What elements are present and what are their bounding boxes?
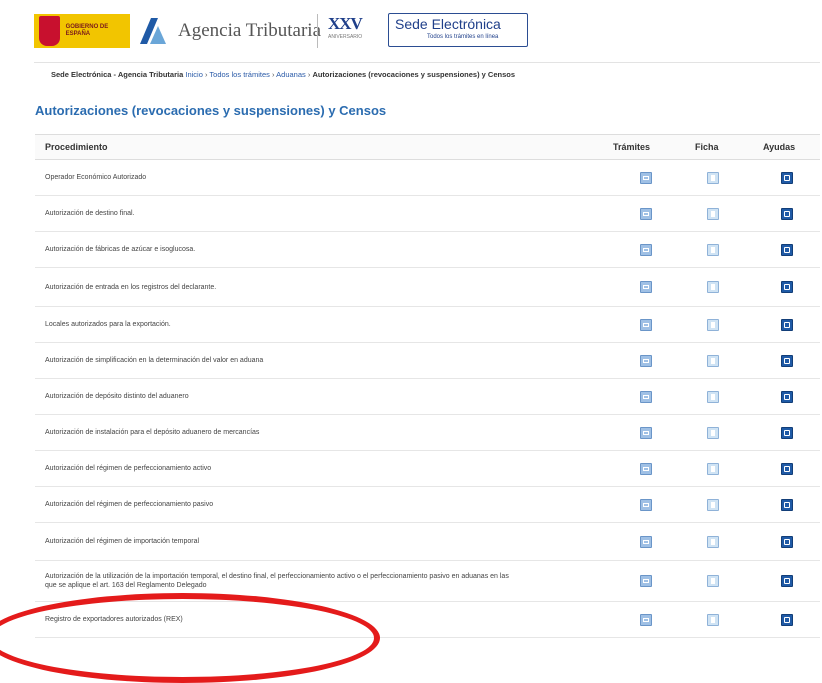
table-header: Procedimiento Trámites Ficha Ayudas xyxy=(35,134,820,160)
ficha-document-icon[interactable] xyxy=(707,427,719,439)
sede-electronica-logo[interactable]: Sede Electrónica Todos los trámites en l… xyxy=(388,13,528,47)
breadcrumb-link-aduanas[interactable]: Aduanas xyxy=(276,70,306,79)
tramites-form-icon[interactable] xyxy=(640,281,652,293)
ayudas-help-icon[interactable] xyxy=(781,172,793,184)
ayudas-help-icon[interactable] xyxy=(781,427,793,439)
anniversary-label: ANIVERSARIO xyxy=(328,34,363,40)
tramites-form-icon[interactable] xyxy=(640,391,652,403)
ficha-document-icon[interactable] xyxy=(707,575,719,587)
column-header-ayudas: Ayudas xyxy=(763,142,796,152)
procedure-name[interactable]: Autorización de simplificación en la det… xyxy=(45,356,515,365)
column-header-ficha: Ficha xyxy=(695,142,719,152)
table-row: Autorización del régimen de importación … xyxy=(35,523,820,561)
ficha-document-icon[interactable] xyxy=(707,172,719,184)
ayudas-help-icon[interactable] xyxy=(781,614,793,626)
procedure-name[interactable]: Autorización de la utilización de la imp… xyxy=(45,572,515,590)
ayudas-help-icon[interactable] xyxy=(781,536,793,548)
table-row: Autorización de la utilización de la imp… xyxy=(35,561,820,602)
ficha-document-icon[interactable] xyxy=(707,499,719,511)
ficha-document-icon[interactable] xyxy=(707,244,719,256)
tramites-form-icon[interactable] xyxy=(640,208,652,220)
breadcrumb-site: Sede Electrónica - Agencia Tributaria xyxy=(51,70,184,79)
table-row: Autorización de depósito distinto del ad… xyxy=(35,379,820,415)
tramites-form-icon[interactable] xyxy=(640,244,652,256)
gobierno-espana-logo[interactable]: GOBIERNO DE ESPAÑA xyxy=(34,14,130,48)
breadcrumb-link-inicio[interactable]: Inicio xyxy=(185,70,203,79)
anniversary-logo: XXV ANIVERSARIO xyxy=(328,14,378,48)
ficha-document-icon[interactable] xyxy=(707,391,719,403)
procedure-name[interactable]: Operador Económico Autorizado xyxy=(45,173,515,182)
header-divider-line xyxy=(34,62,820,63)
procedure-name[interactable]: Autorización de depósito distinto del ad… xyxy=(45,392,515,401)
tramites-form-icon[interactable] xyxy=(640,355,652,367)
table-row: Operador Económico Autorizado xyxy=(35,160,820,196)
procedure-name[interactable]: Autorización de fábricas de azúcar e iso… xyxy=(45,245,515,254)
tramites-form-icon[interactable] xyxy=(640,499,652,511)
ayudas-help-icon[interactable] xyxy=(781,355,793,367)
sede-title: Sede Electrónica xyxy=(395,16,501,32)
column-header-tramites: Trámites xyxy=(613,142,651,152)
ficha-document-icon[interactable] xyxy=(707,463,719,475)
procedure-name[interactable]: Locales autorizados para la exportación. xyxy=(45,320,515,329)
ficha-document-icon[interactable] xyxy=(707,614,719,626)
procedure-name[interactable]: Autorización del régimen de perfeccionam… xyxy=(45,464,515,473)
ficha-document-icon[interactable] xyxy=(707,319,719,331)
procedure-name[interactable]: Autorización de destino final. xyxy=(45,209,515,218)
ayudas-help-icon[interactable] xyxy=(781,319,793,331)
tramites-form-icon[interactable] xyxy=(640,614,652,626)
procedure-name[interactable]: Autorización del régimen de perfeccionam… xyxy=(45,500,515,509)
tramites-form-icon[interactable] xyxy=(640,575,652,587)
tramites-form-icon[interactable] xyxy=(640,536,652,548)
table-row: Autorización de instalación para el depó… xyxy=(35,415,820,451)
gov-logo-text: GOBIERNO DE ESPAÑA xyxy=(65,24,109,37)
table-row: Autorización del régimen de perfeccionam… xyxy=(35,451,820,487)
table-row: Autorización de simplificación en la det… xyxy=(35,343,820,379)
tramites-form-icon[interactable] xyxy=(640,172,652,184)
table-body: Operador Económico Autorizado Autorizació… xyxy=(35,160,820,638)
procedure-name[interactable]: Autorización de instalación para el depó… xyxy=(45,428,515,437)
tramites-form-icon[interactable] xyxy=(640,463,652,475)
procedure-name[interactable]: Autorización de entrada en los registros… xyxy=(45,283,515,292)
ficha-document-icon[interactable] xyxy=(707,536,719,548)
procedure-name[interactable]: Autorización del régimen de importación … xyxy=(45,537,515,546)
table-row: Autorización de fábricas de azúcar e iso… xyxy=(35,232,820,268)
procedures-table: Procedimiento Trámites Ficha Ayudas Oper… xyxy=(35,134,820,638)
ficha-document-icon[interactable] xyxy=(707,355,719,367)
site-header: GOBIERNO DE ESPAÑA Agencia Tributaria XX… xyxy=(0,0,822,62)
tramites-form-icon[interactable] xyxy=(640,319,652,331)
table-row: Autorización del régimen de perfeccionam… xyxy=(35,487,820,523)
page-title: Autorizaciones (revocaciones y suspensio… xyxy=(35,103,387,118)
tramites-form-icon[interactable] xyxy=(640,427,652,439)
agency-name[interactable]: Agencia Tributaria xyxy=(178,20,321,42)
agencia-tributaria-logo-icon[interactable] xyxy=(136,12,170,48)
procedure-name[interactable]: Registro de exportadores autorizados (RE… xyxy=(45,615,515,624)
ayudas-help-icon[interactable] xyxy=(781,208,793,220)
coat-of-arms-icon xyxy=(39,16,60,46)
ayudas-help-icon[interactable] xyxy=(781,281,793,293)
ayudas-help-icon[interactable] xyxy=(781,499,793,511)
column-header-procedimiento: Procedimiento xyxy=(45,142,108,152)
header-divider xyxy=(317,14,318,48)
sede-subtitle: Todos los trámites en línea xyxy=(427,34,499,40)
ayudas-help-icon[interactable] xyxy=(781,575,793,587)
table-row: Autorización de entrada en los registros… xyxy=(35,268,820,307)
breadcrumb-link-todos-tramites[interactable]: Todos los trámites xyxy=(209,70,269,79)
ficha-document-icon[interactable] xyxy=(707,208,719,220)
table-row: Autorización de destino final. xyxy=(35,196,820,232)
ayudas-help-icon[interactable] xyxy=(781,463,793,475)
anniversary-numeral: XXV xyxy=(328,14,363,33)
ayudas-help-icon[interactable] xyxy=(781,244,793,256)
breadcrumb-current: Autorizaciones (revocaciones y suspensio… xyxy=(312,70,516,79)
ayudas-help-icon[interactable] xyxy=(781,391,793,403)
breadcrumb: Sede Electrónica - Agencia Tributaria In… xyxy=(51,70,516,79)
ficha-document-icon[interactable] xyxy=(707,281,719,293)
table-row: Locales autorizados para la exportación. xyxy=(35,307,820,343)
